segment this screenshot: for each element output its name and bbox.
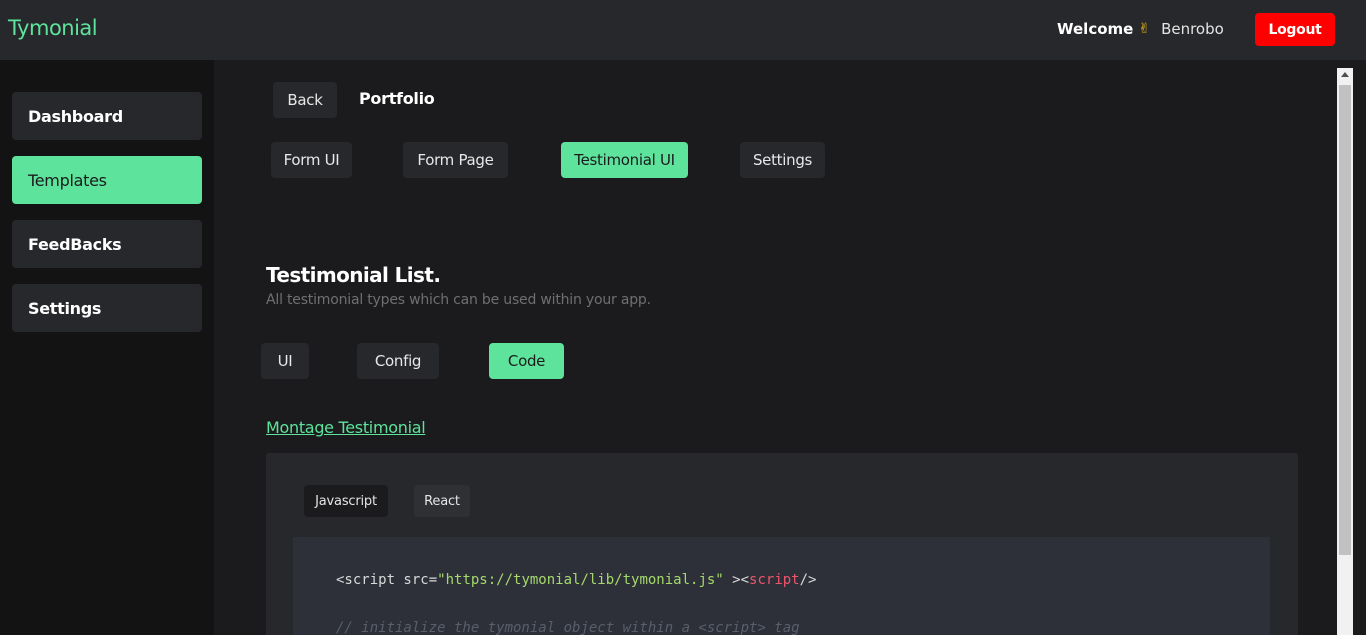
- welcome-message: Welcome ✌ Benrobo: [1057, 20, 1224, 38]
- sidebar-item-settings[interactable]: Settings: [12, 284, 202, 332]
- sidebar-item-dashboard[interactable]: Dashboard: [12, 92, 202, 140]
- code-token-string: "https://tymonial/lib/tymonial.js": [437, 572, 724, 588]
- code-block: <script src="https://tymonial/lib/tymoni…: [293, 537, 1270, 635]
- username: Benrobo: [1161, 20, 1224, 38]
- sidebar-item-templates[interactable]: Templates: [12, 156, 202, 204]
- sidebar-item-label: Settings: [28, 298, 102, 318]
- sidebar-item-label: Templates: [28, 170, 107, 190]
- code-token-tag: script: [749, 572, 800, 588]
- section-title: Testimonial List.: [266, 263, 441, 287]
- code-token: <script src=: [336, 572, 438, 588]
- scroll-up-arrow-icon[interactable]: [1341, 72, 1349, 77]
- logout-button[interactable]: Logout: [1255, 13, 1335, 46]
- back-button[interactable]: Back: [273, 82, 337, 118]
- section-subtitle: All testimonial types which can be used …: [266, 292, 651, 308]
- sidebar-item-label: Dashboard: [28, 106, 123, 126]
- code-token: ><: [723, 572, 750, 588]
- welcome-label: Welcome: [1057, 20, 1134, 38]
- tab-code[interactable]: Code: [489, 343, 564, 379]
- lang-tab-javascript[interactable]: Javascript: [304, 485, 388, 517]
- code-token: />: [799, 572, 817, 588]
- victory-hand-icon: ✌: [1138, 21, 1151, 37]
- tab-form-page[interactable]: Form Page: [403, 142, 508, 178]
- tab-form-ui[interactable]: Form UI: [271, 142, 352, 178]
- scrollbar-thumb[interactable]: [1339, 85, 1351, 555]
- code-line-comment: // initialize the tymonial object within…: [336, 620, 800, 635]
- montage-testimonial-link[interactable]: Montage Testimonial: [266, 418, 426, 437]
- sidebar-item-feedbacks[interactable]: FeedBacks: [12, 220, 202, 268]
- sidebar: [0, 60, 214, 635]
- lang-tab-react[interactable]: React: [414, 485, 470, 517]
- page-title: Portfolio: [359, 89, 435, 108]
- tab-ui[interactable]: UI: [261, 343, 309, 379]
- scrollbar[interactable]: [1337, 68, 1353, 635]
- top-bar: Tymonial Welcome ✌ Benrobo Logout: [0, 0, 1366, 60]
- code-line-script: <script src="https://tymonial/lib/tymoni…: [336, 572, 816, 588]
- tab-testimonial-ui[interactable]: Testimonial UI: [561, 142, 688, 178]
- tab-settings[interactable]: Settings: [740, 142, 825, 178]
- sidebar-item-label: FeedBacks: [28, 234, 122, 254]
- brand-logo[interactable]: Tymonial: [8, 16, 98, 40]
- tab-config[interactable]: Config: [357, 343, 439, 379]
